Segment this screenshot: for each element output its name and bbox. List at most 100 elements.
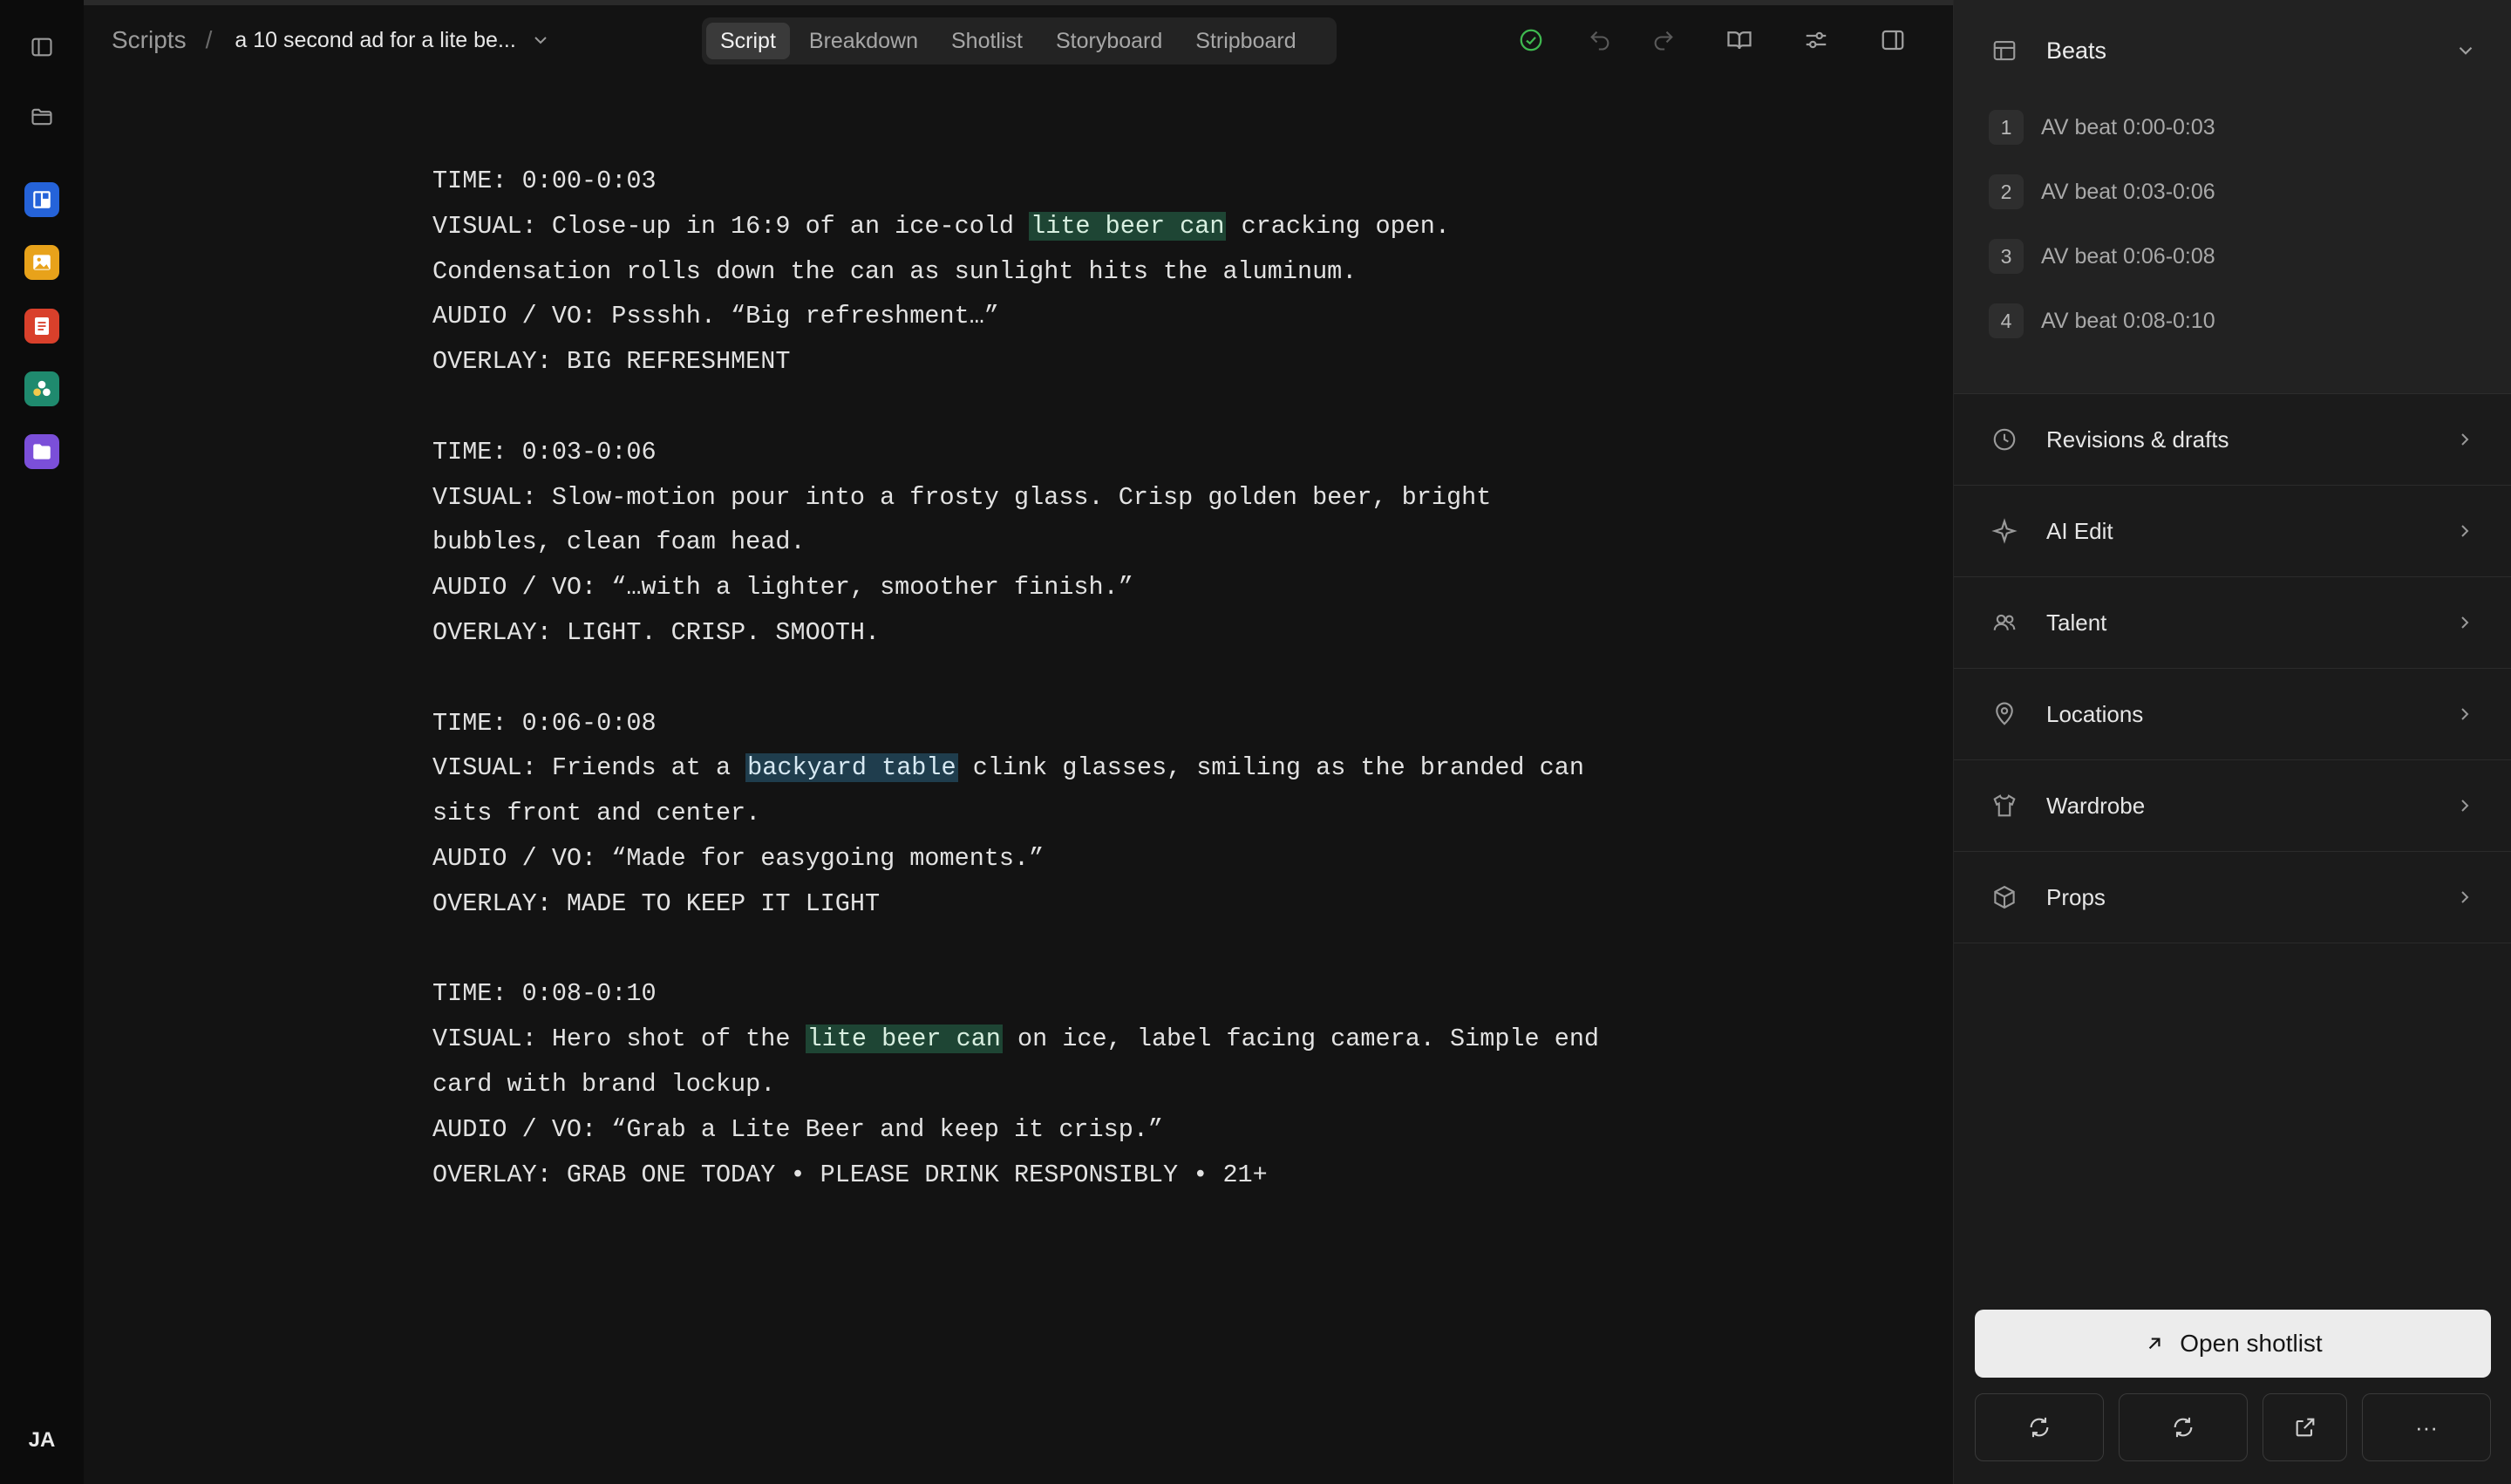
beat-list-item[interactable]: 1 AV beat 0:00-0:03 — [1989, 108, 2215, 146]
document-title[interactable]: a 10 second ad for a lite be... — [235, 28, 515, 53]
open-shotlist-button[interactable]: Open shotlist — [1975, 1310, 2491, 1378]
beat-list-item[interactable]: 2 AV beat 0:03-0:06 — [1989, 173, 2215, 211]
beat-label: AV beat 0:06-0:08 — [2041, 243, 2215, 269]
sparkle-icon — [1989, 515, 2020, 547]
script-beat-4: TIME: 0:08-0:10 VISUAL: Hero shot of the… — [432, 971, 1653, 1197]
folder-app-icon[interactable] — [24, 434, 59, 469]
section-talent[interactable]: Talent — [1954, 577, 2511, 669]
script-editor[interactable]: TIME: 0:00-0:03 VISUAL: Close-up in 16:9… — [432, 159, 1653, 1242]
beat-time: TIME: 0:08-0:10 — [432, 979, 657, 1009]
beat-time: TIME: 0:06-0:08 — [432, 708, 657, 738]
beat-visual: VISUAL: Slow-motion pour into a frosty g… — [432, 482, 1492, 512]
beat-number: 2 — [1989, 174, 2024, 209]
visual-text: on ice, label facing camera. Simple end — [1002, 1025, 1600, 1054]
tab-storyboard[interactable]: Storyboard — [1042, 23, 1176, 59]
beat-visual-cont: sits front and center. — [432, 799, 761, 828]
box-icon — [1989, 882, 2020, 913]
beat-visual-cont: card with brand lockup. — [432, 1069, 776, 1099]
beat-audio: AUDIO / VO: Pssshh. “Big refreshment…” — [432, 302, 999, 331]
top-divider — [0, 0, 1953, 5]
breadcrumb-scripts-link[interactable]: Scripts — [112, 26, 187, 54]
chevron-right-icon — [2454, 429, 2475, 450]
beat-number: 1 — [1989, 110, 2024, 145]
beat-time: TIME: 0:03-0:06 — [432, 437, 657, 466]
more-dots-icon: ··· — [2415, 1413, 2438, 1440]
beat-number: 3 — [1989, 239, 2024, 274]
document-app-icon[interactable] — [14, 300, 70, 352]
cast-app-icon[interactable] — [24, 371, 59, 406]
refresh-icon — [2030, 1417, 2049, 1438]
beat-list-item[interactable]: 4 AV beat 0:08-0:10 — [1989, 302, 2215, 340]
chevron-down-icon[interactable] — [2454, 39, 2477, 62]
script-beat-1: TIME: 0:00-0:03 VISUAL: Close-up in 16:9… — [432, 159, 1653, 385]
regenerate-button[interactable] — [2119, 1393, 2248, 1461]
more-options-button[interactable]: ··· — [2362, 1393, 2491, 1461]
chevron-right-icon — [2454, 704, 2475, 725]
script-beat-2: TIME: 0:03-0:06 VISUAL: Slow-motion pour… — [432, 430, 1653, 656]
beat-list-item[interactable]: 3 AV beat 0:06-0:08 — [1989, 237, 2215, 276]
section-wardrobe[interactable]: Wardrobe — [1954, 760, 2511, 852]
tab-stripboard[interactable]: Stripboard — [1181, 23, 1310, 59]
section-label: Talent — [2046, 609, 2107, 636]
tab-script[interactable]: Script — [706, 23, 790, 59]
image-app-icon[interactable] — [24, 245, 59, 280]
arrow-up-right-icon — [2149, 1338, 2161, 1350]
section-props[interactable]: Props — [1954, 852, 2511, 943]
redo-icon[interactable] — [1646, 23, 1681, 58]
section-label: Locations — [2046, 700, 2144, 727]
beats-title: Beats — [2046, 37, 2107, 64]
beat-time: TIME: 0:00-0:03 — [432, 167, 657, 195]
chevron-down-icon[interactable] — [530, 30, 551, 51]
beat-overlay: OVERLAY: BIG REFRESHMENT — [432, 347, 791, 377]
right-panel: Beats 1 AV beat 0:00-0:03 2 AV beat 0:03… — [1953, 0, 2511, 1484]
section-ai-edit[interactable]: AI Edit — [1954, 486, 2511, 577]
breadcrumb: Scripts / a 10 second ad for a lite be..… — [112, 23, 551, 58]
tagged-prop-lite-beer-can[interactable]: lite beer can — [1029, 211, 1227, 241]
section-locations[interactable]: Locations — [1954, 669, 2511, 760]
shirt-icon — [1989, 790, 2020, 821]
tab-shotlist[interactable]: Shotlist — [937, 23, 1037, 59]
section-revisions-drafts[interactable]: Revisions & drafts — [1954, 394, 2511, 486]
people-icon — [1989, 607, 2020, 638]
beat-label: AV beat 0:08-0:10 — [2041, 308, 2215, 333]
visual-text: VISUAL: Friends at a — [432, 753, 746, 783]
beats-header[interactable]: Beats — [1989, 33, 2477, 68]
view-tabs: Script Breakdown Shotlist Storyboard Str… — [702, 17, 1337, 65]
beat-label: AV beat 0:03-0:06 — [2041, 179, 2215, 204]
beat-label: AV beat 0:00-0:03 — [2041, 114, 2215, 140]
folder-icon[interactable] — [24, 99, 59, 134]
refresh-icon — [2174, 1417, 2193, 1438]
tab-breakdown[interactable]: Breakdown — [795, 23, 932, 59]
beats-section: Beats 1 AV beat 0:00-0:03 2 AV beat 0:03… — [1954, 0, 2511, 394]
visual-text: cracking open. — [1226, 211, 1451, 241]
breadcrumb-separator: / — [205, 26, 213, 53]
section-label: AI Edit — [2046, 517, 2113, 544]
tagged-location-backyard-table[interactable]: backyard table — [745, 753, 958, 783]
saved-check-icon — [1514, 23, 1548, 58]
sync-button[interactable] — [1975, 1393, 2104, 1461]
settings-sliders-icon[interactable] — [1799, 23, 1834, 58]
visual-text: VISUAL: Hero shot of the — [432, 1025, 806, 1054]
location-pin-icon — [1989, 698, 2020, 730]
toggle-panel-icon[interactable] — [1875, 23, 1910, 58]
chevron-right-icon — [2454, 521, 2475, 541]
chevron-right-icon — [2454, 795, 2475, 816]
toggle-sidebar-icon[interactable] — [24, 30, 59, 65]
user-avatar[interactable]: JA — [16, 1421, 68, 1460]
undo-icon[interactable] — [1582, 23, 1617, 58]
external-link-icon — [2296, 1418, 2314, 1437]
external-link-button[interactable] — [2263, 1393, 2347, 1461]
script-beat-3: TIME: 0:06-0:08 VISUAL: Friends at a bac… — [432, 701, 1653, 927]
tagged-prop-lite-beer-can[interactable]: lite beer can — [805, 1025, 1003, 1054]
open-shotlist-label: Open shotlist — [2180, 1330, 2323, 1357]
board-app-icon[interactable] — [24, 182, 59, 217]
section-label: Revisions & drafts — [2046, 425, 2229, 453]
visual-text: VISUAL: Close-up in 16:9 of an ice-cold — [432, 211, 1030, 241]
book-icon[interactable] — [1722, 23, 1757, 58]
chevron-right-icon — [2454, 887, 2475, 908]
beat-audio: AUDIO / VO: “Grab a Lite Beer and keep i… — [432, 1114, 1164, 1144]
beat-audio: AUDIO / VO: “…with a lighter, smoother f… — [432, 573, 1133, 602]
beat-visual-cont: bubbles, clean foam head. — [432, 528, 806, 557]
app-rail: JA — [0, 0, 84, 1484]
beat-overlay: OVERLAY: LIGHT. CRISP. SMOOTH. — [432, 617, 881, 647]
